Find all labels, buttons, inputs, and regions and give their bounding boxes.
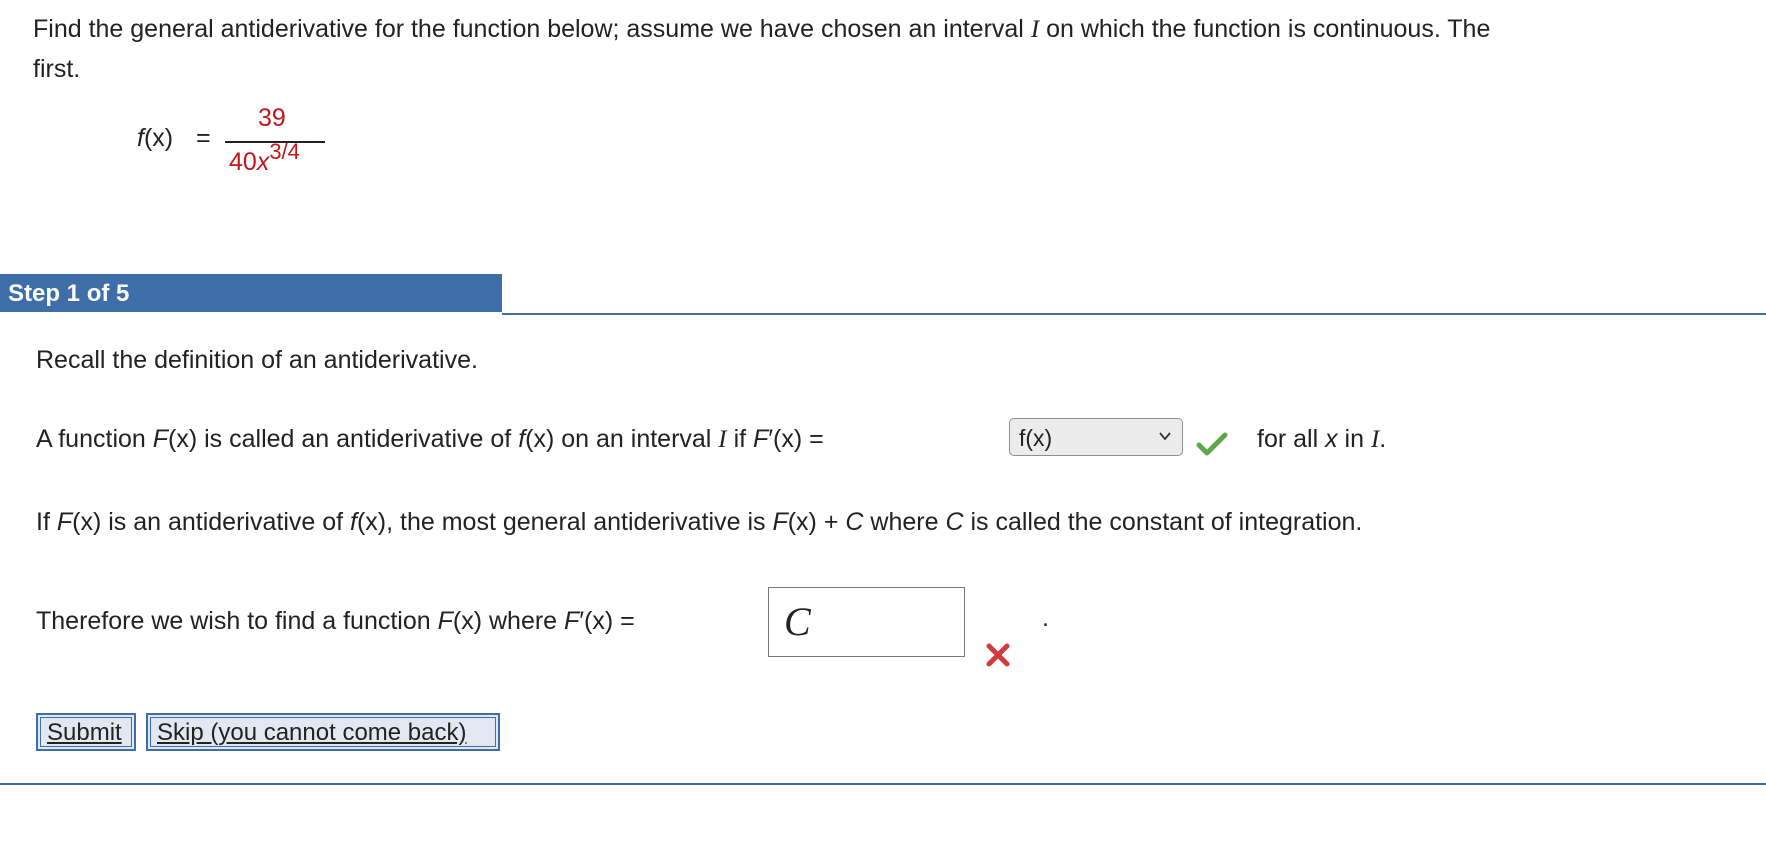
text: (x) where [452,607,565,635]
f-symbol: f [350,508,357,536]
text: if [726,425,754,453]
therefore-text: Therefore we wish to find a function F(x… [36,607,635,636]
text: (x) + [787,508,846,536]
text: for all [1257,425,1326,453]
text: . [1379,425,1387,453]
step-divider [502,313,1766,315]
C-symbol: C [845,508,864,536]
denominator-coefficient: 40 [229,148,257,176]
skip-button[interactable]: Skip (you cannot come back) [146,713,500,751]
answer-input[interactable]: C [768,587,965,657]
text: A function [36,425,153,453]
text: ′(x) = [768,425,824,453]
F-symbol: F [772,508,788,536]
F-symbol: F [753,425,769,453]
denominator-exponent: 3/4 [269,138,300,164]
text: (x), the most general antiderivative is [356,508,773,536]
text: ′(x) = [579,607,635,635]
F-symbol: F [56,508,73,536]
F-symbol: F [437,607,453,635]
text: Therefore we wish to find a function [36,607,438,635]
text: where [863,508,946,536]
interval-var: I [718,426,727,453]
problem-statement-cont: first. [33,55,81,83]
problem-text: Find the general antiderivative for the … [33,15,1031,43]
recall-text: Recall the definition of an antiderivati… [36,346,478,374]
text: (x) is called an antiderivative of [168,425,519,453]
dropdown-selected-value: f(x) [1019,425,1053,451]
answer-value: C [784,599,811,644]
F-symbol: F [564,607,580,635]
definition-tail: for all x in I. [1257,425,1386,454]
bottom-divider [0,783,1766,785]
F-symbol: F [152,425,169,453]
interval-var: I [1030,16,1040,43]
fraction-numerator: 39 [258,104,286,132]
C-symbol: C [945,508,964,536]
text: (x) on an interval [525,425,719,453]
fx-args: (x) [143,124,174,152]
chevron-down-icon [1159,432,1171,441]
text: If [36,508,57,536]
fraction-denominator: 40x3/4 [229,140,300,177]
step-header: Step 1 of 5 [0,274,502,312]
period: . [1042,604,1049,632]
text: (x) is an antiderivative of [72,508,351,536]
problem-text: on which the function is continuous. The [1039,15,1491,43]
problem-statement: Find the general antiderivative for the … [33,15,1490,44]
general-antiderivative-text: If F(x) is an antiderivative of f(x), th… [36,508,1362,537]
step-label: Step 1 of 5 [8,280,130,307]
text: is called the constant of integration. [963,508,1363,536]
denominator-variable: x [256,148,270,176]
check-icon [1196,432,1228,456]
text: in [1337,425,1371,453]
derivative-dropdown[interactable]: f(x) [1009,418,1183,456]
x-icon [986,643,1010,667]
definition-text: A function F(x) is called an antiderivat… [36,425,824,454]
x-symbol: x [1325,425,1338,453]
function-label: f(x) [137,124,173,153]
equals-sign: = [196,124,211,152]
submit-button[interactable]: Submit [36,713,136,751]
f-symbol: f [137,124,144,152]
